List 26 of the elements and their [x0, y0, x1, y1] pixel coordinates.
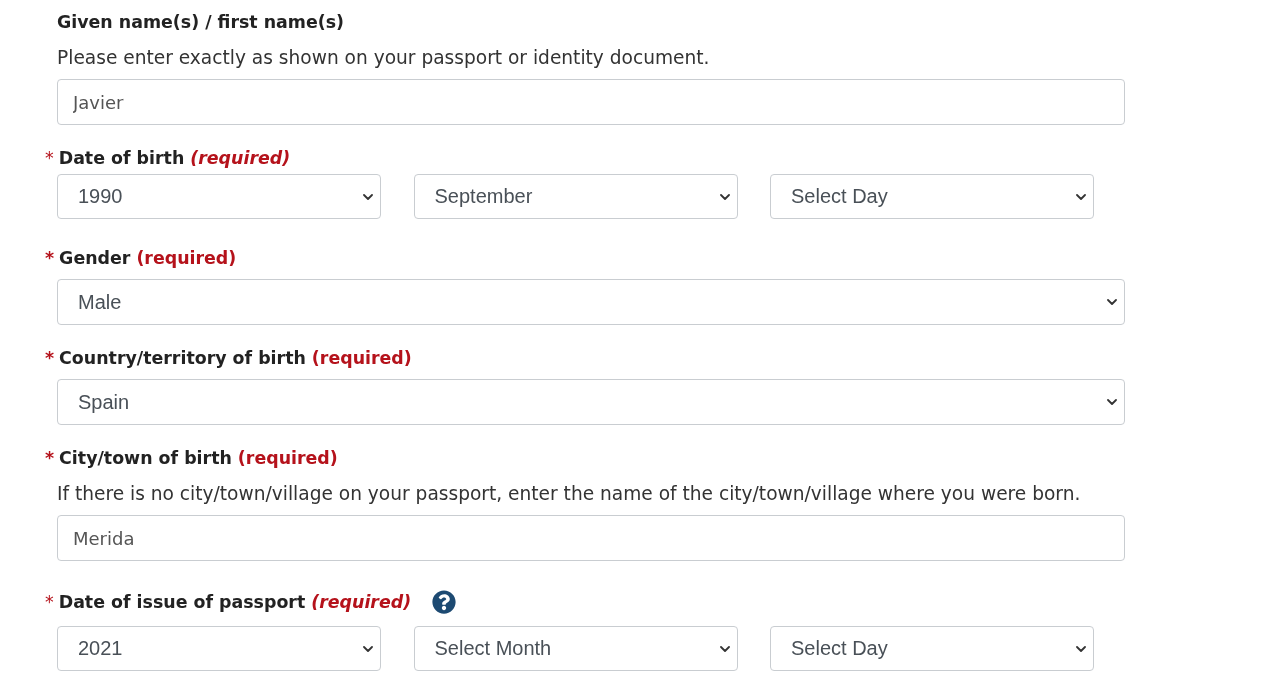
field-label: * Gender (required)	[45, 247, 237, 270]
chevron-down-icon	[719, 645, 730, 652]
dropdown[interactable]: Select Day	[770, 174, 1094, 219]
chevron-down-icon	[719, 193, 730, 200]
dropdown[interactable]: Select Month	[413, 626, 738, 671]
chevron-down-icon	[1107, 399, 1117, 405]
dropdown[interactable]: Male	[57, 279, 1125, 325]
field-label: * City/town of birth (required)	[45, 447, 338, 470]
field-label: * Country/territory of birth (required)	[45, 347, 412, 370]
field-label: Given name(s) / first name(s)	[57, 11, 344, 34]
text-field[interactable]: Merida	[57, 515, 1125, 561]
field-hint: If there is no city/town/village on your passport, enter the name of the city/town/village where you were born.	[57, 482, 1082, 506]
chevron-down-icon	[363, 645, 373, 652]
field-label: * Date of issue of passport (required)	[45, 591, 412, 614]
chevron-down-icon	[1076, 193, 1086, 200]
dropdown[interactable]: September	[413, 174, 738, 219]
chevron-down-icon	[1076, 645, 1086, 652]
dropdown[interactable]: Spain	[57, 379, 1125, 425]
field-hint: Please enter exactly as shown on your passport or identity document.	[57, 46, 711, 70]
dropdown[interactable]: 1990	[57, 174, 381, 219]
dropdown[interactable]: 2021	[57, 626, 381, 671]
chevron-down-icon	[363, 193, 373, 200]
chevron-down-icon	[1107, 299, 1117, 305]
help-icon[interactable]	[432, 590, 457, 614]
field-label: * Date of birth (required)	[45, 147, 291, 170]
dropdown[interactable]: Select Day	[770, 626, 1094, 671]
